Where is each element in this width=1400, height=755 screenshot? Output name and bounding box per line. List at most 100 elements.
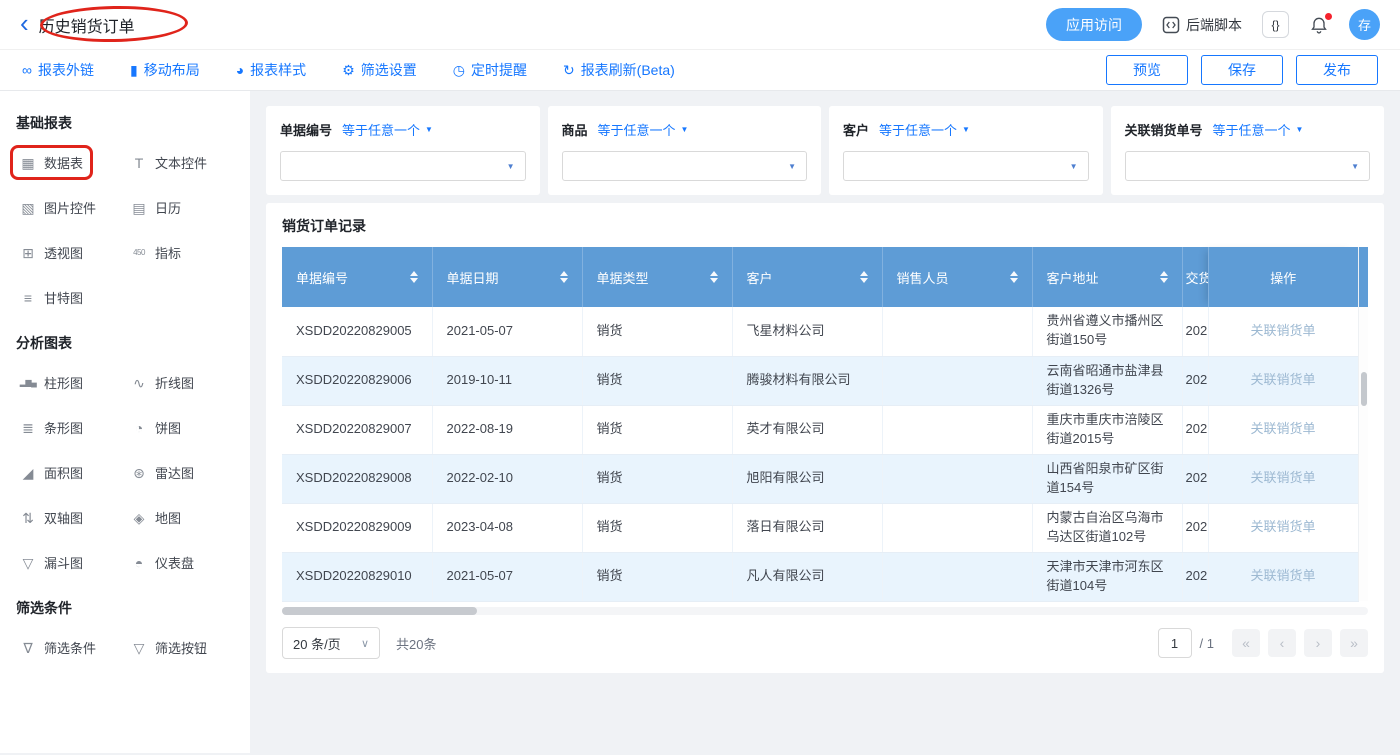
filter-operator[interactable]: 等于任意一个 ▼ [879,120,970,139]
sort-icon[interactable] [1010,271,1018,283]
sidebar-item-data-table[interactable]: ▦数据表 [16,151,87,174]
sidebar-item-label: 筛选条件 [44,638,96,657]
sidebar-item-funnel-chart[interactable]: ▽漏斗图 [16,551,87,574]
sidebar-item-calendar[interactable]: ▤日历 [127,196,185,219]
save-button[interactable]: 保存 [1201,55,1283,85]
page-size-select[interactable]: 20 条/页 ∨ [282,627,380,659]
sidebar-item-label: 甘特图 [44,288,83,307]
sidebar-item-image-widget[interactable]: ▧图片控件 [16,196,100,219]
text-widget-icon: T [131,156,147,170]
vertical-scrollbar[interactable] [1358,247,1368,601]
dev-tools-icon[interactable]: {} [1262,11,1289,38]
last-page-button[interactable]: » [1340,629,1368,657]
filter-operator-label: 等于任意一个 [598,120,676,139]
code-icon-glyph: {} [1271,18,1279,32]
sort-icon[interactable] [560,271,568,283]
filter-operator[interactable]: 等于任意一个 ▼ [598,120,689,139]
sidebar-item-radar-chart[interactable]: ⊛雷达图 [127,461,198,484]
cell-col-3: 飞星材料公司 [732,307,882,356]
sidebar-item-indicator[interactable]: 450指标 [127,241,185,264]
select-caret-icon: ▼ [1351,162,1359,171]
table-row: XSDD202208290102021-05-07销货凡人有限公司天津市天津市河… [282,552,1358,601]
vertical-scrollbar-thumb[interactable] [1361,372,1367,406]
filter-select[interactable]: ▼ [1125,151,1371,181]
avatar[interactable]: 存 [1349,9,1380,40]
filter-select[interactable]: ▼ [843,151,1089,181]
image-widget-icon: ▧ [20,201,36,215]
first-page-button[interactable]: « [1232,629,1260,657]
cell-col-0: XSDD20220829005 [282,307,432,356]
notification-bell-icon[interactable] [1309,15,1329,35]
column-label: 单据编号 [296,268,348,287]
column-header-6[interactable]: 交货日期 [1182,247,1208,307]
sidebar-item-text-widget[interactable]: T 文本控件 [127,151,211,174]
sidebar-item-dual-axis-chart[interactable]: ⇅双轴图 [16,506,87,529]
caret-down-icon: ▼ [681,125,689,134]
sidebar-item-filter-button[interactable]: ▽筛选按钮 [127,636,211,659]
sidebar-item-label: 文本控件 [155,153,207,172]
sidebar-item-label: 透视图 [44,243,83,262]
toolbar-item-filter-settings[interactable]: ⚙ 筛选设置 [342,60,417,80]
toolbar-item-mobile-layout[interactable]: ▮ 移动布局 [130,60,200,80]
horizontal-scrollbar-thumb[interactable] [282,607,477,615]
horizontal-scrollbar[interactable] [282,607,1368,615]
sidebar-item-map-chart[interactable]: ◈地图 [127,506,185,529]
sort-icon[interactable] [710,271,718,283]
cell-col-1: 2021-05-07 [432,552,582,601]
sidebar-item-filter-condition[interactable]: ∇筛选条件 [16,636,100,659]
column-header-7: 操作 [1208,247,1358,307]
cell-col-6: 202 [1182,454,1208,503]
toolbar-item-report-external-link[interactable]: ∞ 报表外链 [22,60,94,80]
action-link[interactable]: 关联销货单 [1250,372,1315,387]
sidebar-item-line-chart[interactable]: ∿折线图 [127,371,198,394]
cell-col-2: 销货 [582,405,732,454]
next-page-button[interactable]: › [1304,629,1332,657]
sidebar-item-gauge-chart[interactable]: ◓仪表盘 [127,551,198,574]
toolbar-item-report-style[interactable]: ◕ 报表样式 [236,60,306,80]
filter-select[interactable]: ▼ [280,151,526,181]
filter-operator[interactable]: 等于任意一个 ▼ [342,120,433,139]
app-access-button[interactable]: 应用访问 [1046,8,1142,41]
action-link[interactable]: 关联销货单 [1250,568,1315,583]
column-label: 销售人员 [897,268,949,287]
action-link[interactable]: 关联销货单 [1250,421,1315,436]
toolbar-item-scheduled-reminder[interactable]: ◷ 定时提醒 [453,60,527,80]
sort-icon[interactable] [1160,271,1168,283]
column-header-1[interactable]: 单据日期 [432,247,582,307]
sidebar-item-pie-chart[interactable]: ◔饼图 [127,416,185,439]
column-header-0[interactable]: 单据编号 [282,247,432,307]
current-page-input[interactable]: 1 [1158,628,1192,658]
toolbar-item-report-refresh[interactable]: ↻ 报表刷新(Beta) [563,60,675,80]
column-header-4[interactable]: 销售人员 [882,247,1032,307]
column-header-2[interactable]: 单据类型 [582,247,732,307]
preview-button[interactable]: 预览 [1106,55,1188,85]
back-icon[interactable]: ‹ [20,10,29,36]
sales-order-table: 单据编号 单据日期单据类型客户销售人员 客户地址交货日期操作 XSDD20220829… [282,247,1359,602]
sidebar-item-pivot-view[interactable]: ⊞透视图 [16,241,87,264]
sidebar-item-area-chart[interactable]: ◢面积图 [16,461,87,484]
filter-operator[interactable]: 等于任意一个 ▼ [1213,120,1304,139]
column-header-3[interactable]: 客户 [732,247,882,307]
sidebar-item-column-chart[interactable]: ▂▆▄柱形图 [16,371,87,394]
column-header-5[interactable]: 客户地址 [1032,247,1182,307]
cell-col-7: 关联销货单 [1208,552,1358,601]
cell-col-4 [882,307,1032,356]
widget-sidebar: 基础报表▦数据表T文本控件▧图片控件▤日历⊞透视图450指标≡甘特图分析图表▂▆… [0,91,250,753]
pagination-left: 20 条/页 ∨ 共20条 [282,627,436,659]
sidebar-item-gantt-chart[interactable]: ≡甘特图 [16,286,87,309]
action-link[interactable]: 关联销货单 [1250,323,1315,338]
sort-icon[interactable] [410,271,418,283]
total-pages: / 1 [1200,636,1214,651]
backend-script-button[interactable]: 后端脚本 [1162,15,1242,35]
topbar: ‹ 历史销货订单 应用访问 后端脚本 {} 存 [0,0,1400,50]
prev-page-button[interactable]: ‹ [1268,629,1296,657]
publish-button[interactable]: 发布 [1296,55,1378,85]
sidebar-item-bar-chart[interactable]: ≣条形图 [16,416,87,439]
caret-down-icon: ▼ [1296,125,1304,134]
topbar-left: ‹ 历史销货订单 [20,0,135,49]
filter-select[interactable]: ▼ [562,151,808,181]
action-link[interactable]: 关联销货单 [1250,519,1315,534]
sort-icon[interactable] [860,271,868,283]
cell-col-2: 销货 [582,307,732,356]
action-link[interactable]: 关联销货单 [1250,470,1315,485]
